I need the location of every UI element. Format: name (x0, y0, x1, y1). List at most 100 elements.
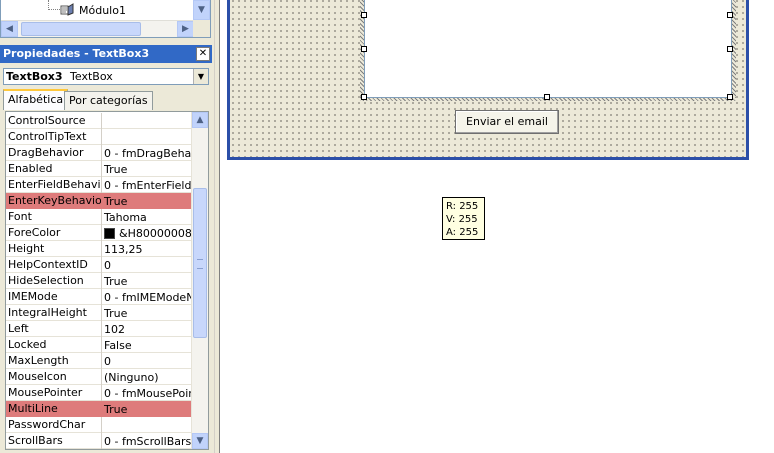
property-row[interactable]: ScrollBars0 - fmScrollBarsNo (6, 433, 192, 449)
resize-handle-left-top[interactable] (361, 12, 367, 18)
color-tooltip: R: 255 V: 255 A: 255 (442, 197, 485, 240)
property-name: Enabled (6, 161, 102, 177)
properties-grid: ControlSource ControlTipText DragBehavior 0… (5, 111, 209, 450)
property-value[interactable]: 102 (103, 321, 192, 337)
property-value[interactable]: True (103, 305, 192, 321)
scroll-corner (193, 20, 210, 37)
property-row[interactable]: ForeColor&H80000008& (6, 225, 192, 241)
property-row[interactable]: EnterFieldBehavior0 - fmEnterFieldBe (6, 177, 192, 193)
property-name: ScrollBars (6, 433, 102, 449)
property-row[interactable]: DragBehavior0 - fmDragBehavio (6, 145, 192, 161)
property-value-text: 0 - fmMousePointe (104, 386, 192, 400)
property-name: ControlTipText (6, 129, 102, 145)
property-name: Height (6, 241, 102, 257)
property-value-text: True (104, 402, 128, 416)
property-row[interactable]: MaxLength 0 (6, 353, 192, 369)
property-row[interactable]: Left 102 (6, 321, 192, 337)
property-row[interactable]: EnterKeyBehavior True (6, 193, 192, 209)
chevron-right-icon: ▶ (182, 24, 189, 34)
property-value[interactable]: 0 (103, 257, 192, 273)
property-value[interactable]: 0 - fmScrollBarsNo (103, 433, 192, 449)
object-type: TextBox (70, 70, 113, 83)
tree-scroll-down-button[interactable]: ▼ (193, 0, 210, 20)
send-email-button[interactable]: Enviar el email (455, 110, 559, 134)
tab-alfabetica[interactable]: Alfabética (3, 89, 69, 110)
tab-por-categorias[interactable]: Por categorías (64, 91, 153, 110)
property-name: ControlSource (6, 113, 102, 129)
property-name: ForeColor (6, 225, 102, 241)
property-value[interactable]: Tahoma (103, 209, 192, 225)
close-button[interactable]: ✕ (196, 47, 210, 61)
module-icon (60, 3, 74, 16)
property-row[interactable]: ControlSource (6, 113, 192, 129)
property-row[interactable]: Locked False (6, 337, 192, 353)
property-value[interactable]: 0 - fmMousePointe (103, 385, 192, 401)
property-row[interactable]: IntegralHeight True (6, 305, 192, 321)
properties-vertical-scrollbar[interactable]: ▲ ▼ (191, 112, 208, 449)
property-name: Left (6, 321, 102, 337)
scroll-up-button[interactable]: ▲ (192, 112, 208, 128)
property-value-text: True (104, 162, 128, 176)
property-value[interactable]: &H80000008& (103, 225, 192, 241)
property-row[interactable]: HideSelection True (6, 273, 192, 289)
userform-canvas[interactable]: Enviar el email (227, 0, 749, 160)
property-row[interactable]: Height 113,25 (6, 241, 192, 257)
property-value-text: 0 (104, 258, 111, 272)
property-value[interactable]: True (103, 401, 192, 417)
resize-handle-bottom-left[interactable] (361, 94, 367, 100)
property-value[interactable] (103, 417, 192, 433)
property-value-text: True (104, 194, 128, 208)
object-selector-dropdown-button[interactable]: ▼ (193, 69, 208, 84)
property-value-text: 0 (104, 354, 111, 368)
property-value[interactable] (103, 113, 192, 129)
scroll-left-button[interactable]: ◀ (1, 21, 18, 37)
chevron-down-icon: ▼ (196, 436, 204, 446)
property-value-text: 0 - fmEnterFieldBe (104, 178, 192, 192)
property-row[interactable]: Enabled True (6, 161, 192, 177)
property-value[interactable]: True (103, 273, 192, 289)
property-value-text: (Ninguno) (104, 370, 159, 384)
property-value[interactable] (103, 129, 192, 145)
property-value[interactable]: (Ninguno) (103, 369, 192, 385)
property-name: Locked (6, 337, 102, 353)
property-value[interactable]: False (103, 337, 192, 353)
tree-horizontal-scrollbar[interactable]: ◀ ▶ (1, 20, 194, 37)
property-value[interactable]: True (103, 161, 192, 177)
property-row[interactable]: MultiLine True (6, 401, 192, 417)
resize-handle-bottom-right[interactable] (727, 94, 733, 100)
tooltip-green: V: 255 (446, 214, 478, 225)
resize-handle-bottom-middle[interactable] (544, 94, 550, 100)
property-value[interactable]: 0 (103, 353, 192, 369)
resize-handle-right-top[interactable] (727, 12, 733, 18)
property-row[interactable]: MousePointer0 - fmMousePointe (6, 385, 192, 401)
property-value[interactable]: 0 - fmEnterFieldBe (103, 177, 192, 193)
object-selector[interactable]: TextBox3 TextBox ▼ (3, 68, 209, 85)
tree-item-label: Módulo1 (79, 3, 126, 17)
properties-scroll-thumb[interactable] (193, 188, 207, 338)
property-name: MouseIcon (6, 369, 102, 385)
property-row[interactable]: PasswordChar (6, 417, 192, 433)
property-value-text: 113,25 (104, 242, 143, 256)
scroll-down-button[interactable]: ▼ (192, 433, 208, 449)
chevron-left-icon: ◀ (6, 24, 13, 34)
property-value[interactable]: 0 - fmDragBehavio (103, 145, 192, 161)
project-tree[interactable]: Módulo1 ▼ ◀ ▶ (0, 0, 211, 38)
vba-editor-screen: Módulo1 ▼ ◀ ▶ Propiedades - TextBox3 ✕ T… (0, 0, 774, 453)
property-row[interactable]: IMEMode 0 - fmIMEModeNo (6, 289, 192, 305)
property-row[interactable]: ControlTipText (6, 129, 192, 145)
property-row[interactable]: MouseIcon (Ninguno) (6, 369, 192, 385)
resize-handle-right-middle[interactable] (727, 46, 733, 52)
property-value-text: &H80000008& (119, 226, 192, 240)
tree-scroll-thumb[interactable] (21, 22, 141, 36)
properties-title-bar[interactable]: Propiedades - TextBox3 ✕ (0, 45, 212, 63)
tree-item-module1[interactable]: Módulo1 (59, 2, 126, 18)
resize-handle-left-middle[interactable] (361, 46, 367, 52)
property-value[interactable]: 113,25 (103, 241, 192, 257)
property-value-text: True (104, 306, 128, 320)
property-value[interactable]: 0 - fmIMEModeNo (103, 289, 192, 305)
textbox3-control[interactable] (364, 0, 732, 98)
property-value[interactable]: True (103, 193, 192, 209)
property-row[interactable]: Font Tahoma (6, 209, 192, 225)
property-row[interactable]: HelpContextID 0 (6, 257, 192, 273)
scroll-right-button[interactable]: ▶ (177, 21, 194, 37)
